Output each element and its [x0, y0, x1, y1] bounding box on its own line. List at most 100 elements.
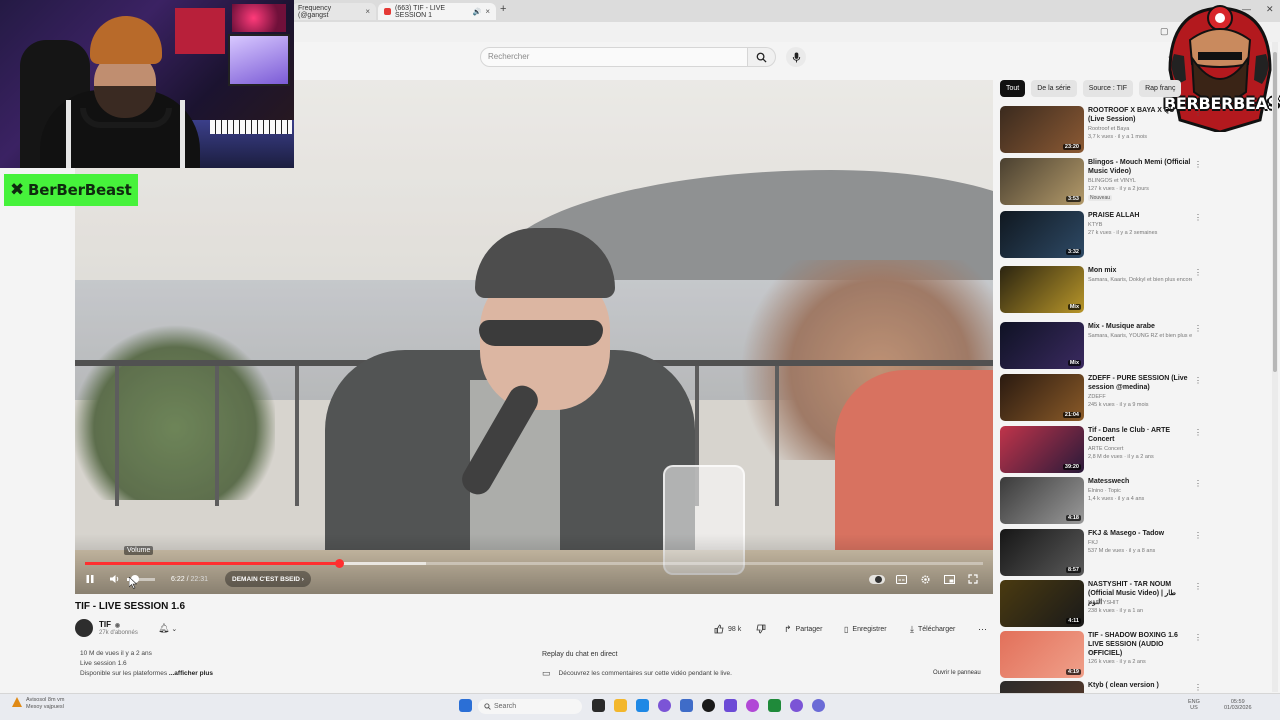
chip-all[interactable]: Tout [1000, 80, 1026, 97]
more-vertical-icon[interactable]: ⋮ [1194, 376, 1202, 385]
more-vertical-icon[interactable]: ⋮ [1194, 268, 1202, 277]
browser-tab-active[interactable]: (663) TIF - LIVE SESSION 1 🔊 × [378, 3, 496, 20]
recommendation-channel[interactable]: NASTYSHIT [1088, 600, 1192, 607]
recommendation-thumbnail[interactable]: 23:20 [1000, 106, 1084, 153]
recommendation-thumbnail[interactable]: 8:57 [1000, 529, 1084, 576]
chip-source[interactable]: Source : TIF [1082, 80, 1134, 97]
recommendation-channel[interactable]: Rootroof et Baya [1088, 126, 1192, 133]
save-button[interactable]: ▯ Enregistrer [844, 622, 887, 636]
more-vertical-icon[interactable]: ⋮ [1194, 479, 1202, 488]
more-vertical-icon[interactable]: ⋮ [1194, 633, 1202, 642]
recommendation-channel[interactable]: Samara, Kaaris, YOUNG RZ et bien plus e.… [1088, 333, 1192, 340]
app-icon[interactable] [812, 699, 825, 712]
progress-bar[interactable] [85, 559, 983, 568]
recommendation-item[interactable]: 3:53 Blingos - Mouch Memi (Official Music… [1000, 158, 1202, 208]
recommendation-channel[interactable]: ZDEFF [1088, 394, 1192, 401]
recommendation-item[interactable]: 4:18 Matesswech Elnino · Topic 1,4 k vues ·… [1000, 477, 1202, 527]
recommendation-title[interactable]: Matesswech [1088, 477, 1192, 486]
recommendation-title[interactable]: Mon mix [1088, 266, 1192, 275]
dislike-button[interactable] [756, 622, 766, 636]
recommendation-title[interactable]: Mix - Musique arabe [1088, 322, 1192, 331]
file-explorer-icon[interactable] [614, 699, 627, 712]
miniplayer-button[interactable] [943, 572, 955, 586]
app-icon[interactable] [746, 699, 759, 712]
edge-icon[interactable] [636, 699, 649, 712]
fullscreen-button[interactable] [967, 572, 979, 586]
more-vertical-icon[interactable]: ⋮ [1194, 160, 1202, 169]
more-vertical-icon[interactable]: ⋮ [1194, 683, 1202, 692]
subtitles-button[interactable] [895, 572, 907, 586]
recommendation-channel[interactable]: Samara, Kaaris, Dokkyl et bien plus enco… [1088, 277, 1192, 284]
recommendation-thumbnail[interactable]: 4:19 [1000, 631, 1084, 678]
more-vertical-icon[interactable]: ⋮ [1194, 582, 1202, 591]
recommendation-title[interactable]: ROOTROOF X BAYA X QU (Live Session) [1088, 106, 1192, 124]
start-button[interactable] [459, 699, 472, 712]
recommendation-title[interactable]: Tif - Dans le Club · ARTE Concert [1088, 426, 1192, 444]
more-vertical-icon[interactable]: ⋮ [1194, 531, 1202, 540]
more-vertical-icon[interactable]: ⋮ [1194, 213, 1202, 222]
recommendation-item[interactable]: 23:20 ROOTROOF X BAYA X QU (Live Session)… [1000, 106, 1202, 156]
recommendation-thumbnail[interactable]: Mix [1000, 266, 1084, 313]
recommendation-title[interactable]: Ktyb ( clean version ) [1088, 681, 1192, 690]
more-vertical-icon[interactable]: ⋮ [1194, 324, 1202, 333]
channel-avatar[interactable] [75, 619, 93, 637]
browser-tab[interactable]: Frequency (@gangst × [292, 3, 376, 20]
channel-name[interactable]: TIF ◉ [99, 620, 120, 629]
settings-button[interactable] [919, 572, 931, 586]
show-more-link[interactable]: ...afficher plus [169, 670, 213, 677]
recommendation-channel[interactable]: FKJ [1088, 540, 1192, 547]
recommendation-thumbnail[interactable]: 21:04 [1000, 374, 1084, 421]
app-icon[interactable] [724, 699, 737, 712]
app-icon[interactable] [768, 699, 781, 712]
clock[interactable]: 05:59 01/03/2026 [1224, 699, 1252, 711]
recommendation-thumbnail[interactable]: 3:32 [1000, 211, 1084, 258]
recommendation-channel[interactable]: Elnino · Topic [1088, 488, 1192, 495]
recommendation-item[interactable]: Mix Mon mix Samara, Kaaris, Dokkyl et bien… [1000, 266, 1202, 316]
recommendation-item[interactable]: 39:20 Tif - Dans le Club · ARTE Concert AR… [1000, 426, 1202, 476]
close-tab-icon[interactable]: × [365, 7, 370, 16]
chip-rap[interactable]: Rap franç [1139, 80, 1182, 97]
recommendation-thumbnail[interactable]: Mix [1000, 322, 1084, 369]
recommendation-item[interactable]: Mix Mix - Musique arabe Samara, Kaaris, YO… [1000, 322, 1202, 372]
mute-button[interactable] [109, 572, 121, 586]
download-button[interactable]: ⤓ Télécharger [910, 622, 955, 636]
autoplay-toggle[interactable] [869, 575, 885, 584]
more-vertical-icon[interactable]: ⋮ [1194, 428, 1202, 437]
recommendation-thumbnail[interactable]: 39:20 [1000, 426, 1084, 473]
recommendation-title[interactable]: ZDEFF - PURE SESSION (Live session @medi… [1088, 374, 1192, 392]
search-button[interactable] [748, 47, 776, 67]
recommendation-channel[interactable]: TIF [1088, 651, 1192, 658]
recommendation-thumbnail[interactable]: 4:18 [1000, 477, 1084, 524]
new-tab-button[interactable]: + [500, 3, 506, 15]
app-icon[interactable] [680, 699, 693, 712]
recommendation-channel[interactable]: KTYB [1088, 222, 1192, 229]
recommendation-thumbnail[interactable]: 3:53 [1000, 158, 1084, 205]
close-tab-icon[interactable]: × [485, 7, 490, 16]
more-actions-button[interactable]: ⋯ [978, 622, 987, 636]
recommendation-item[interactable]: 4:19 TIF - SHADOW BOXING 1.6 LIVE SESSION… [1000, 631, 1202, 681]
scrollbar-thumb[interactable] [1273, 52, 1277, 372]
obs-icon[interactable] [702, 699, 715, 712]
more-vertical-icon[interactable]: ⋮ [1194, 108, 1202, 117]
like-button[interactable]: 98 k [714, 622, 741, 636]
recommendation-item[interactable]: 3:32 PRAISE ALLAH KTYB 27 k vues · il y a 2… [1000, 211, 1202, 261]
taskbar-search[interactable]: Search [478, 699, 582, 714]
description-box[interactable]: 10 M de vues il y a 2 ans Live session 1… [75, 649, 527, 685]
app-icon[interactable] [790, 699, 803, 712]
pause-button[interactable] [85, 572, 97, 586]
share-button[interactable]: ↱ Partager [784, 622, 822, 636]
recommendation-title[interactable]: FKJ & Masego - Tadow [1088, 529, 1192, 538]
recommendation-item[interactable]: 4:11 NASTYSHIT - TAR NOUM (Official Music… [1000, 580, 1202, 630]
voice-search-button[interactable] [786, 47, 806, 67]
recommendation-thumbnail[interactable]: 4:11 [1000, 580, 1084, 627]
weather-widget[interactable]: Avisosol 8m vm Mesoy vajpuesl [12, 697, 64, 711]
language-indicator[interactable]: ENG US [1188, 699, 1200, 711]
task-view-icon[interactable] [592, 699, 605, 712]
recommendation-item[interactable]: 8:57 FKJ & Masego - Tadow FKJ 537 M de vues… [1000, 529, 1202, 579]
open-chat-button[interactable]: Ouvrir le panneau [928, 667, 986, 679]
app-icon[interactable] [658, 699, 671, 712]
chapter-button[interactable]: DEMAIN C'EST BSEID › [225, 571, 311, 587]
recommendation-channel[interactable]: BLINGOS et VINYL [1088, 178, 1192, 185]
recommendation-title[interactable]: PRAISE ALLAH [1088, 211, 1192, 220]
chip-series[interactable]: De la série [1031, 80, 1077, 97]
